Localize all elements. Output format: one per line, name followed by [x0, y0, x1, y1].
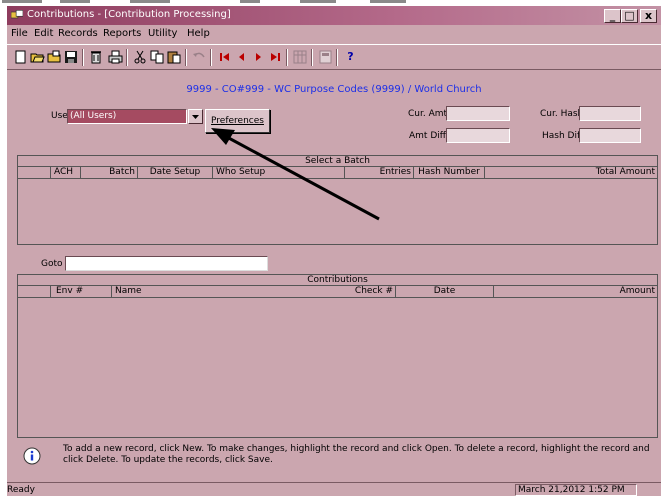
- amt-diff-field[interactable]: [446, 128, 510, 143]
- toolbar: ?: [7, 44, 661, 70]
- column-header-hash-number[interactable]: Hash Number: [414, 167, 485, 178]
- toolbar-separator: [286, 49, 288, 66]
- open-folder-icon[interactable]: [47, 50, 62, 64]
- prev-record-icon[interactable]: [234, 50, 249, 64]
- menu-edit[interactable]: Edit: [34, 28, 53, 39]
- organization-header: 9999 - CO#999 - WC Purpose Codes (9999) …: [186, 84, 482, 95]
- preferences-label: Preferences: [211, 116, 264, 126]
- batch-grid-caption: Select a Batch: [18, 156, 657, 167]
- toolbar-separator: [185, 49, 187, 66]
- amt-diff-label: Amt Diff: [409, 131, 446, 141]
- column-header-batch[interactable]: Batch: [81, 167, 138, 178]
- goto-input[interactable]: [65, 256, 268, 271]
- cur-hash-label: Cur. Hash: [540, 109, 584, 119]
- toolbar-separator: [336, 49, 338, 66]
- status-text: Ready: [7, 485, 35, 495]
- print-icon[interactable]: [108, 50, 123, 64]
- toolbar-separator: [311, 49, 313, 66]
- menu-bar: File Edit Records Reports Utility Help: [7, 26, 661, 42]
- cut-icon[interactable]: [133, 50, 148, 64]
- column-header-select[interactable]: [18, 167, 51, 178]
- menu-records[interactable]: Records: [58, 28, 98, 39]
- maximize-icon: □: [624, 9, 635, 22]
- contributions-grid-caption: Contributions: [18, 275, 657, 286]
- contributions-grid[interactable]: Contributions Env # Name Check # Date Am…: [17, 274, 658, 438]
- column-header-amount[interactable]: Amount: [494, 286, 657, 297]
- save-icon[interactable]: [64, 50, 79, 64]
- paste-icon[interactable]: [167, 50, 182, 64]
- open-icon[interactable]: [30, 50, 45, 64]
- undo-icon[interactable]: [192, 50, 207, 64]
- new-icon[interactable]: [13, 50, 28, 64]
- first-record-icon[interactable]: [217, 50, 232, 64]
- column-header-select[interactable]: [18, 286, 51, 297]
- info-icon: [23, 447, 41, 465]
- toolbar-separator: [82, 49, 84, 66]
- main-window: Contributions - [Contribution Processing…: [6, 6, 661, 496]
- next-record-icon[interactable]: [251, 50, 266, 64]
- instructions-text: To add a new record, click New. To make …: [63, 444, 650, 465]
- copy-icon[interactable]: [150, 50, 165, 64]
- close-button[interactable]: x: [640, 9, 657, 23]
- column-header-entries[interactable]: Entries: [345, 167, 414, 178]
- column-header-who-setup[interactable]: Who Setup: [213, 167, 345, 178]
- menu-file[interactable]: File: [11, 28, 28, 39]
- batch-grid[interactable]: Select a Batch ACH Batch Date Setup Who …: [17, 155, 658, 245]
- cur-amt-label: Cur. Amt: [408, 109, 448, 119]
- goto-label: Goto: [41, 259, 63, 269]
- window-title: Contributions - [Contribution Processing…: [27, 9, 231, 20]
- column-header-total-amount[interactable]: Total Amount: [485, 167, 657, 178]
- calculator-icon[interactable]: [318, 50, 333, 64]
- chevron-down-icon: [192, 115, 199, 119]
- status-bar: Ready March 21,2012 1:52 PM: [7, 482, 661, 496]
- close-icon: x: [644, 9, 653, 22]
- column-header-env[interactable]: Env #: [51, 286, 112, 297]
- cur-hash-field[interactable]: [579, 106, 641, 121]
- help-icon[interactable]: ?: [343, 50, 358, 64]
- grid-icon[interactable]: [293, 50, 308, 64]
- maximize-button[interactable]: □: [621, 9, 638, 23]
- last-record-icon[interactable]: [268, 50, 283, 64]
- app-icon: [11, 10, 23, 19]
- dropdown-button[interactable]: [188, 109, 203, 124]
- column-header-ach[interactable]: ACH: [51, 167, 81, 178]
- column-header-date-setup[interactable]: Date Setup: [138, 167, 213, 178]
- cur-amt-field[interactable]: [446, 106, 510, 121]
- menu-reports[interactable]: Reports: [103, 28, 141, 39]
- minimize-icon: _: [609, 9, 616, 22]
- title-bar: Contributions - [Contribution Processing…: [7, 6, 661, 25]
- column-header-date[interactable]: Date: [396, 286, 494, 297]
- minimize-button[interactable]: _: [604, 9, 621, 23]
- menu-utility[interactable]: Utility: [148, 28, 177, 39]
- user-select-value[interactable]: (All Users): [67, 109, 187, 124]
- batch-grid-header: ACH Batch Date Setup Who Setup Entries H…: [18, 167, 657, 179]
- delete-icon[interactable]: [89, 50, 104, 64]
- user-select[interactable]: (All Users): [67, 109, 203, 124]
- contributions-grid-header: Env # Name Check # Date Amount: [18, 286, 657, 298]
- status-datetime: March 21,2012 1:52 PM: [515, 484, 637, 496]
- toolbar-separator: [126, 49, 128, 66]
- preferences-button[interactable]: Preferences: [205, 109, 270, 133]
- hash-diff-label: Hash Diff: [542, 131, 584, 141]
- hash-diff-field[interactable]: [579, 128, 641, 143]
- menu-help[interactable]: Help: [187, 28, 210, 39]
- column-header-check[interactable]: Check #: [328, 286, 396, 297]
- toolbar-separator: [210, 49, 212, 66]
